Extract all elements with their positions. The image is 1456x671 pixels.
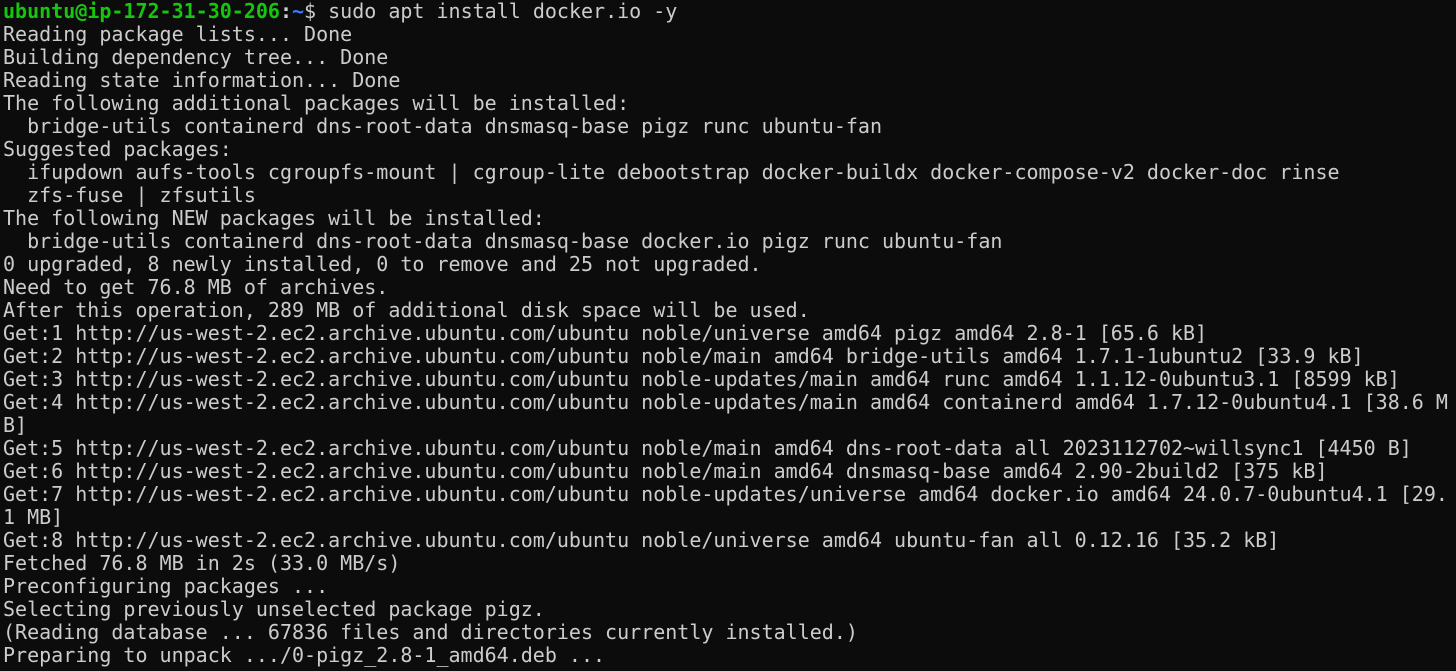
- output-line: 1 MB]: [3, 505, 64, 529]
- output-line: bridge-utils containerd dns-root-data dn…: [3, 229, 1003, 253]
- terminal-window[interactable]: ubuntu@ip-172-31-30-206:~$ sudo apt inst…: [0, 0, 1456, 671]
- output-line: Preparing to unpack .../0-pigz_2.8-1_amd…: [3, 643, 606, 667]
- output-line: (Reading database ... 67836 files and di…: [3, 620, 858, 644]
- output-line: Suggested packages:: [3, 137, 232, 161]
- output-line: bridge-utils containerd dns-root-data dn…: [3, 114, 882, 138]
- output-line: After this operation, 289 MB of addition…: [3, 298, 810, 322]
- output-line: B]: [3, 413, 28, 437]
- output-line: Selecting previously unselected package …: [3, 597, 545, 621]
- terminal-output: Reading package lists... Done Building de…: [3, 23, 1456, 667]
- output-line: Get:1 http://us-west-2.ec2.archive.ubunt…: [3, 321, 1208, 345]
- output-line: Get:3 http://us-west-2.ec2.archive.ubunt…: [3, 367, 1400, 391]
- output-line: Reading package lists... Done: [3, 22, 353, 46]
- output-line: Get:6 http://us-west-2.ec2.archive.ubunt…: [3, 459, 1328, 483]
- output-line: Get:4 http://us-west-2.ec2.archive.ubunt…: [3, 390, 1448, 414]
- output-line: Need to get 76.8 MB of archives.: [3, 275, 389, 299]
- output-line: zfs-fuse | zfsutils: [3, 183, 256, 207]
- output-line: 0 upgraded, 8 newly installed, 0 to remo…: [3, 252, 762, 276]
- prompt-separator: :: [279, 0, 292, 23]
- output-line: Get:5 http://us-west-2.ec2.archive.ubunt…: [3, 436, 1412, 460]
- output-line: ifupdown aufs-tools cgroupfs-mount | cgr…: [3, 160, 1340, 184]
- prompt-path: ~: [292, 0, 305, 23]
- output-line: Reading state information... Done: [3, 68, 401, 92]
- prompt-user-host: ubuntu@ip-172-31-30-206: [3, 0, 280, 23]
- output-line: Preconfiguring packages ...: [3, 574, 329, 598]
- output-line: Get:8 http://us-west-2.ec2.archive.ubunt…: [3, 528, 1280, 552]
- output-line: Get:2 http://us-west-2.ec2.archive.ubunt…: [3, 344, 1364, 368]
- output-line: The following additional packages will b…: [3, 91, 630, 115]
- output-line: The following NEW packages will be insta…: [3, 206, 545, 230]
- command-text: sudo apt install docker.io -y: [328, 0, 678, 23]
- output-line: Fetched 76.8 MB in 2s (33.0 MB/s): [3, 551, 401, 575]
- output-line: Get:7 http://us-west-2.ec2.archive.ubunt…: [3, 482, 1448, 506]
- prompt-line: ubuntu@ip-172-31-30-206:~$ sudo apt inst…: [3, 0, 1456, 23]
- output-line: Building dependency tree... Done: [3, 45, 389, 69]
- prompt-symbol: $: [304, 0, 329, 23]
